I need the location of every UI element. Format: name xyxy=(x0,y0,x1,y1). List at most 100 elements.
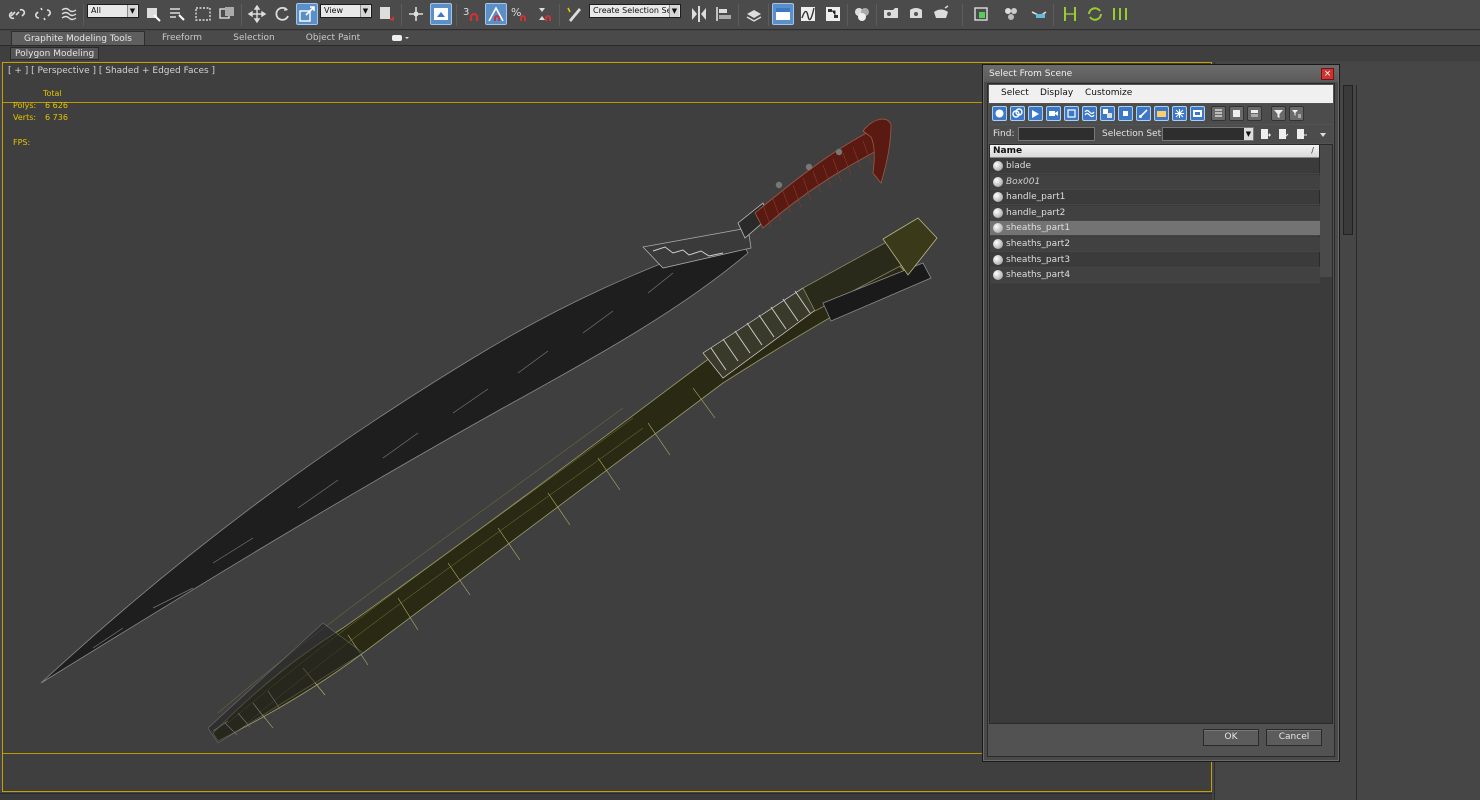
chevron-down-icon: ▼ xyxy=(1244,128,1253,140)
align-icon[interactable] xyxy=(713,3,735,25)
display-invert-icon[interactable] xyxy=(1247,106,1262,121)
xrefs-filter-icon[interactable] xyxy=(1118,106,1133,121)
time-slider[interactable] xyxy=(0,793,1212,800)
tab-object-paint[interactable]: Object Paint xyxy=(298,31,368,45)
create-selection-set-icon[interactable] xyxy=(1259,128,1271,140)
percent-snap-icon[interactable]: % xyxy=(509,3,531,25)
dialog-title: Select From Scene xyxy=(989,69,1073,79)
filter-options-icon[interactable] xyxy=(1289,106,1304,121)
pivot-center-icon[interactable] xyxy=(376,3,398,25)
collapse-icon[interactable] xyxy=(1109,3,1131,25)
render-setup-icon[interactable] xyxy=(880,3,902,25)
remove-from-selection-set-icon[interactable] xyxy=(1295,128,1307,140)
list-item[interactable]: sheaths_part4 xyxy=(990,268,1320,284)
sync-icon[interactable] xyxy=(1084,3,1106,25)
rectangular-selection-icon[interactable] xyxy=(192,3,214,25)
ribbon-options-icon[interactable] xyxy=(392,33,410,43)
spinner-snap-icon[interactable] xyxy=(534,3,556,25)
menu-customize[interactable]: Customize xyxy=(1085,88,1132,98)
tools-icon[interactable] xyxy=(1028,3,1050,25)
tab-selection[interactable]: Selection xyxy=(224,31,284,45)
move-icon[interactable] xyxy=(246,3,268,25)
dialog-body: Select Display Customize Find: Selection… xyxy=(987,83,1335,757)
curve-editor-icon[interactable] xyxy=(797,3,819,25)
cameras-filter-icon[interactable] xyxy=(1046,106,1061,121)
geometry-filter-icon[interactable] xyxy=(992,106,1007,121)
stats-total-label: Total xyxy=(43,89,62,98)
lights-filter-icon[interactable] xyxy=(1028,106,1043,121)
list-item[interactable]: Box001 xyxy=(990,174,1320,190)
selection-set-dropdown[interactable]: ▼ xyxy=(1162,127,1254,141)
rendered-frame-window-icon[interactable] xyxy=(905,3,927,25)
mirror-icon[interactable] xyxy=(688,3,710,25)
collapse-arrow-icon[interactable] xyxy=(1319,131,1327,139)
snap-toggle-icon[interactable]: 3 xyxy=(460,3,482,25)
display-all-icon[interactable] xyxy=(1211,106,1226,121)
window-crossing-icon[interactable] xyxy=(216,3,238,25)
rotate-icon[interactable] xyxy=(271,3,293,25)
angle-snap-icon[interactable] xyxy=(485,3,507,25)
toggle-ribbon-icon[interactable] xyxy=(772,3,794,25)
select-object-icon[interactable] xyxy=(142,3,164,25)
selection-filter-dropdown[interactable]: All ▼ xyxy=(87,4,139,18)
tab-graphite-modeling-tools[interactable]: Graphite Modeling Tools xyxy=(11,31,145,45)
list-item-label: handle_part2 xyxy=(1006,207,1066,218)
filter-icon[interactable] xyxy=(1271,106,1286,121)
list-item[interactable]: sheaths_part3 xyxy=(990,253,1320,268)
reference-coordinate-dropdown[interactable]: View ▼ xyxy=(320,4,372,18)
edit-named-selection-icon[interactable] xyxy=(564,3,586,25)
hidden-filter-icon[interactable] xyxy=(1190,106,1205,121)
link-icon[interactable] xyxy=(6,3,28,25)
list-header[interactable]: Name / xyxy=(990,145,1320,158)
list-item-label: sheaths_part4 xyxy=(1006,270,1071,281)
list-item[interactable]: handle_part2 xyxy=(990,205,1320,221)
display-none-icon[interactable] xyxy=(1229,106,1244,121)
separator xyxy=(847,4,848,26)
render-production-icon[interactable] xyxy=(930,3,952,25)
keyboard-shortcut-override-icon[interactable] xyxy=(430,3,452,25)
tab-freeform[interactable]: Freeform xyxy=(150,31,214,45)
layer-manager-icon[interactable] xyxy=(743,3,765,25)
polygon-modeling-panel[interactable]: Polygon Modeling xyxy=(10,47,100,60)
helpers-filter-icon[interactable] xyxy=(1064,106,1079,121)
viewport-label[interactable]: [ + ] [ Perspective ] [ Shaded + Edged F… xyxy=(8,66,215,76)
column-name-header[interactable]: Name xyxy=(993,146,1022,156)
groups-filter-icon[interactable] xyxy=(1100,106,1115,121)
xref-icon[interactable] xyxy=(1059,3,1081,25)
find-input[interactable] xyxy=(1018,127,1095,141)
add-to-selection-set-icon[interactable] xyxy=(1277,128,1289,140)
list-item[interactable]: sheaths_part2 xyxy=(990,237,1320,252)
bones-filter-icon[interactable] xyxy=(1136,106,1151,121)
bind-space-warp-icon[interactable] xyxy=(58,3,80,25)
list-item[interactable]: sheaths_part1 xyxy=(990,221,1320,237)
select-manipulate-icon[interactable] xyxy=(405,3,427,25)
cancel-button[interactable]: Cancel xyxy=(1266,729,1322,746)
list-scrollbar[interactable] xyxy=(1319,145,1332,277)
select-by-name-icon[interactable] xyxy=(166,3,188,25)
space-warps-filter-icon[interactable] xyxy=(1082,106,1097,121)
close-icon[interactable]: × xyxy=(1321,68,1334,80)
scale-icon[interactable] xyxy=(296,3,318,25)
menu-display[interactable]: Display xyxy=(1040,88,1073,98)
chevron-down-icon: ▼ xyxy=(360,5,370,17)
ok-button[interactable]: OK xyxy=(1203,729,1259,746)
dialog-title-bar[interactable]: Select From Scene × xyxy=(984,66,1338,82)
unlink-icon[interactable] xyxy=(32,3,54,25)
frozen-filter-icon[interactable] xyxy=(1172,106,1187,121)
geometry-object-icon xyxy=(993,207,1003,218)
separator xyxy=(401,4,402,26)
material-editor-icon[interactable] xyxy=(851,3,873,25)
named-selection-set-dropdown[interactable]: Create Selection Se ▼ xyxy=(589,4,681,18)
container-icon[interactable] xyxy=(970,3,992,25)
shapes-filter-icon[interactable] xyxy=(1010,106,1025,121)
scene-object-list[interactable]: Name / blade Box001 handle_part1 handle_par… xyxy=(989,144,1333,724)
containers-filter-icon[interactable] xyxy=(1154,106,1169,121)
geometry-object-icon xyxy=(993,223,1003,234)
stats-polys-value: 6 626 xyxy=(45,101,68,110)
command-panel-scroll[interactable] xyxy=(1343,85,1353,235)
menu-select[interactable]: Select xyxy=(1001,88,1029,98)
list-item[interactable]: blade xyxy=(990,159,1320,174)
schematic-view-icon[interactable] xyxy=(822,3,844,25)
scene-explorer-icon[interactable] xyxy=(1000,3,1022,25)
list-item[interactable]: handle_part1 xyxy=(990,190,1320,206)
